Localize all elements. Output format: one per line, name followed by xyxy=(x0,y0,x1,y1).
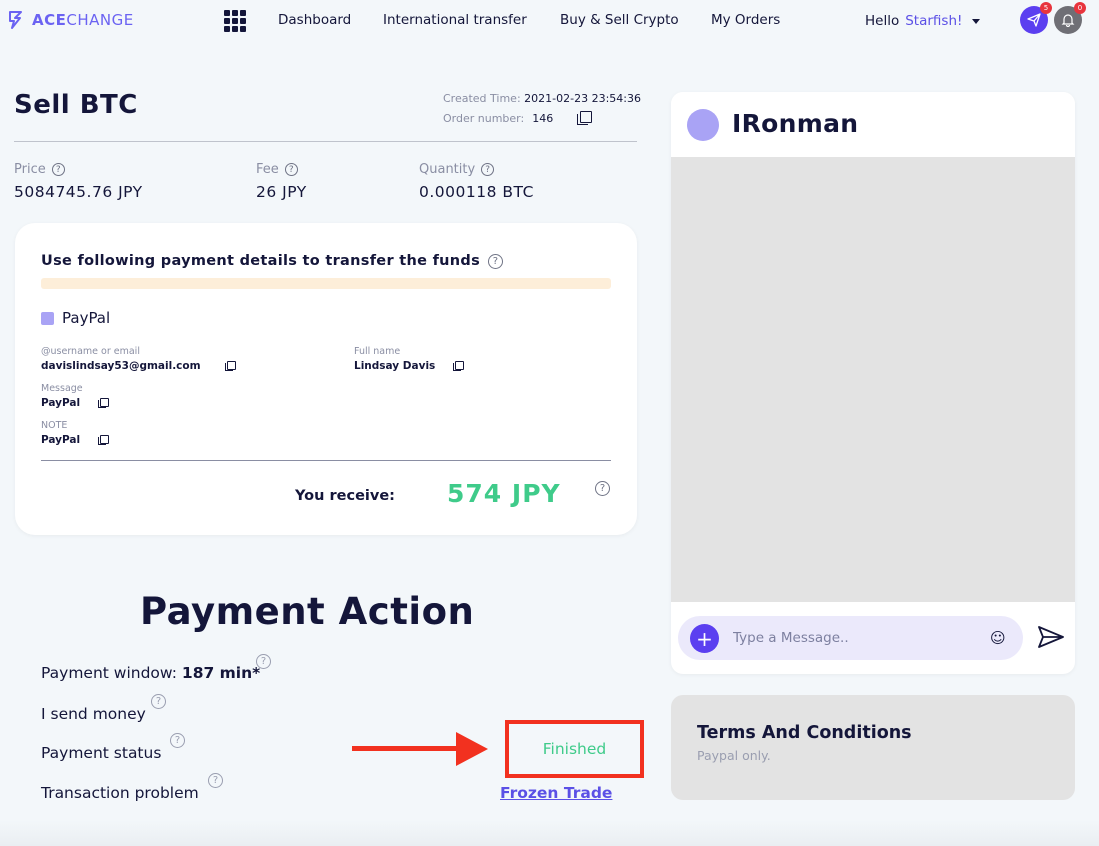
brand-logo[interactable]: ACECHANGE xyxy=(8,10,134,30)
help-icon[interactable]: ? xyxy=(256,654,271,669)
nav-international-transfer[interactable]: International transfer xyxy=(383,12,527,28)
logo-icon xyxy=(9,11,22,29)
order-number: Order number: 146 xyxy=(443,111,593,125)
chevron-down-icon xyxy=(972,18,981,24)
field-message: Message PayPal xyxy=(41,383,110,409)
attach-plus-button[interactable]: + xyxy=(690,624,719,653)
payment-details-title: Use following payment details to transfe… xyxy=(41,253,504,269)
message-composer: + ☺ xyxy=(678,616,1023,660)
notifications-badge: 0 xyxy=(1074,2,1086,14)
field-label: NOTE xyxy=(41,420,68,431)
messages-button[interactable]: 5 xyxy=(1020,2,1052,34)
field-value: PayPal xyxy=(41,434,81,446)
apps-grid-icon[interactable] xyxy=(224,10,246,32)
fee-stat: Fee? 26 JPY xyxy=(256,162,307,201)
field-label: Full name xyxy=(354,346,401,357)
copy-icon[interactable] xyxy=(98,398,110,408)
payment-window-row: Payment window: 187 min* xyxy=(41,664,260,682)
quantity-stat: Quantity? 0.000118 BTC xyxy=(419,162,534,201)
quantity-label: Quantity xyxy=(419,162,476,177)
transaction-problem-label: Transaction problem xyxy=(41,784,199,802)
chat-messages-area[interactable] xyxy=(671,157,1075,602)
price-stat: Price? 5084745.76 JPY xyxy=(14,162,143,201)
field-full-name: Full name Lindsay Davis xyxy=(354,346,465,372)
payment-window-label: Payment window: xyxy=(41,664,177,682)
user-menu[interactable]: Hello Starfish! xyxy=(865,13,981,29)
help-icon[interactable]: ? xyxy=(488,253,504,269)
page-bottom xyxy=(0,820,1099,846)
send-icon[interactable] xyxy=(1037,625,1065,649)
field-label: Message xyxy=(41,383,83,394)
paper-plane-icon xyxy=(1027,13,1041,27)
username: Starfish! xyxy=(905,13,963,29)
messages-badge: 5 xyxy=(1040,2,1052,14)
bell-icon xyxy=(1061,14,1075,27)
help-icon[interactable]: ? xyxy=(208,773,223,788)
field-note: NOTE PayPal xyxy=(41,420,110,446)
fee-value: 26 JPY xyxy=(256,183,307,201)
receive-amount: 574 JPY xyxy=(447,479,561,508)
terms-title: Terms And Conditions xyxy=(697,723,912,743)
help-icon[interactable]: ? xyxy=(595,481,610,496)
fee-label: Fee xyxy=(256,162,279,177)
help-icon[interactable]: ? xyxy=(170,733,185,748)
terms-subtitle: Paypal only. xyxy=(697,748,771,763)
terms-panel: Terms And Conditions Paypal only. xyxy=(671,695,1075,800)
field-label: @username or email xyxy=(41,346,140,357)
copy-icon[interactable] xyxy=(224,361,236,371)
brand-name: ACECHANGE xyxy=(32,11,134,29)
created-time: Created Time: 2021-02-23 23:54:36 xyxy=(443,92,641,105)
message-input[interactable] xyxy=(733,624,973,652)
payment-status-value: Finished xyxy=(505,720,644,778)
field-value: Lindsay Davis xyxy=(354,360,436,372)
chat-panel: IRonman + ☺ xyxy=(671,92,1075,674)
help-icon[interactable]: ? xyxy=(51,163,65,176)
help-icon[interactable]: ? xyxy=(481,163,495,176)
payment-window-value: 187 min* xyxy=(181,664,261,682)
nav-dashboard[interactable]: Dashboard xyxy=(278,12,351,28)
chat-partner-name: IRonman xyxy=(732,109,859,138)
frozen-trade-link[interactable]: Frozen Trade xyxy=(500,784,612,802)
payment-method: PayPal xyxy=(41,309,110,327)
copy-icon[interactable] xyxy=(453,361,465,371)
field-value: PayPal xyxy=(41,397,81,409)
quantity-value: 0.000118 BTC xyxy=(419,183,534,201)
page-title: Sell BTC xyxy=(14,90,138,120)
send-money-label: I send money xyxy=(41,705,146,723)
field-value: davislindsay53@gmail.com xyxy=(41,360,201,372)
help-icon[interactable]: ? xyxy=(151,694,166,709)
receive-label: You receive: xyxy=(295,488,395,504)
payment-status-label: Payment status xyxy=(41,744,162,762)
copy-icon[interactable] xyxy=(98,435,110,445)
card-divider xyxy=(41,460,611,461)
payment-details-card: Use following payment details to transfe… xyxy=(15,223,637,535)
paypal-color-icon xyxy=(41,311,54,325)
annotation-arrow-head xyxy=(456,732,488,766)
price-label: Price xyxy=(14,162,46,177)
notice-bar xyxy=(41,278,611,289)
header-divider xyxy=(14,141,637,142)
price-value: 5084745.76 JPY xyxy=(14,183,143,201)
emoji-icon[interactable]: ☺ xyxy=(990,629,1006,647)
nav-my-orders[interactable]: My Orders xyxy=(711,12,780,28)
avatar xyxy=(687,109,719,141)
field-username: @username or email davislindsay53@gmail.… xyxy=(41,346,236,372)
notifications-button[interactable]: 0 xyxy=(1054,2,1086,34)
chat-header: IRonman xyxy=(671,92,1075,157)
help-icon[interactable]: ? xyxy=(284,163,298,176)
payment-action-title: Payment Action xyxy=(140,590,475,633)
greeting: Hello xyxy=(865,13,900,29)
nav-buy-sell-crypto[interactable]: Buy & Sell Crypto xyxy=(560,12,679,28)
copy-order-number-icon[interactable] xyxy=(577,111,593,125)
annotation-arrow xyxy=(352,746,464,751)
